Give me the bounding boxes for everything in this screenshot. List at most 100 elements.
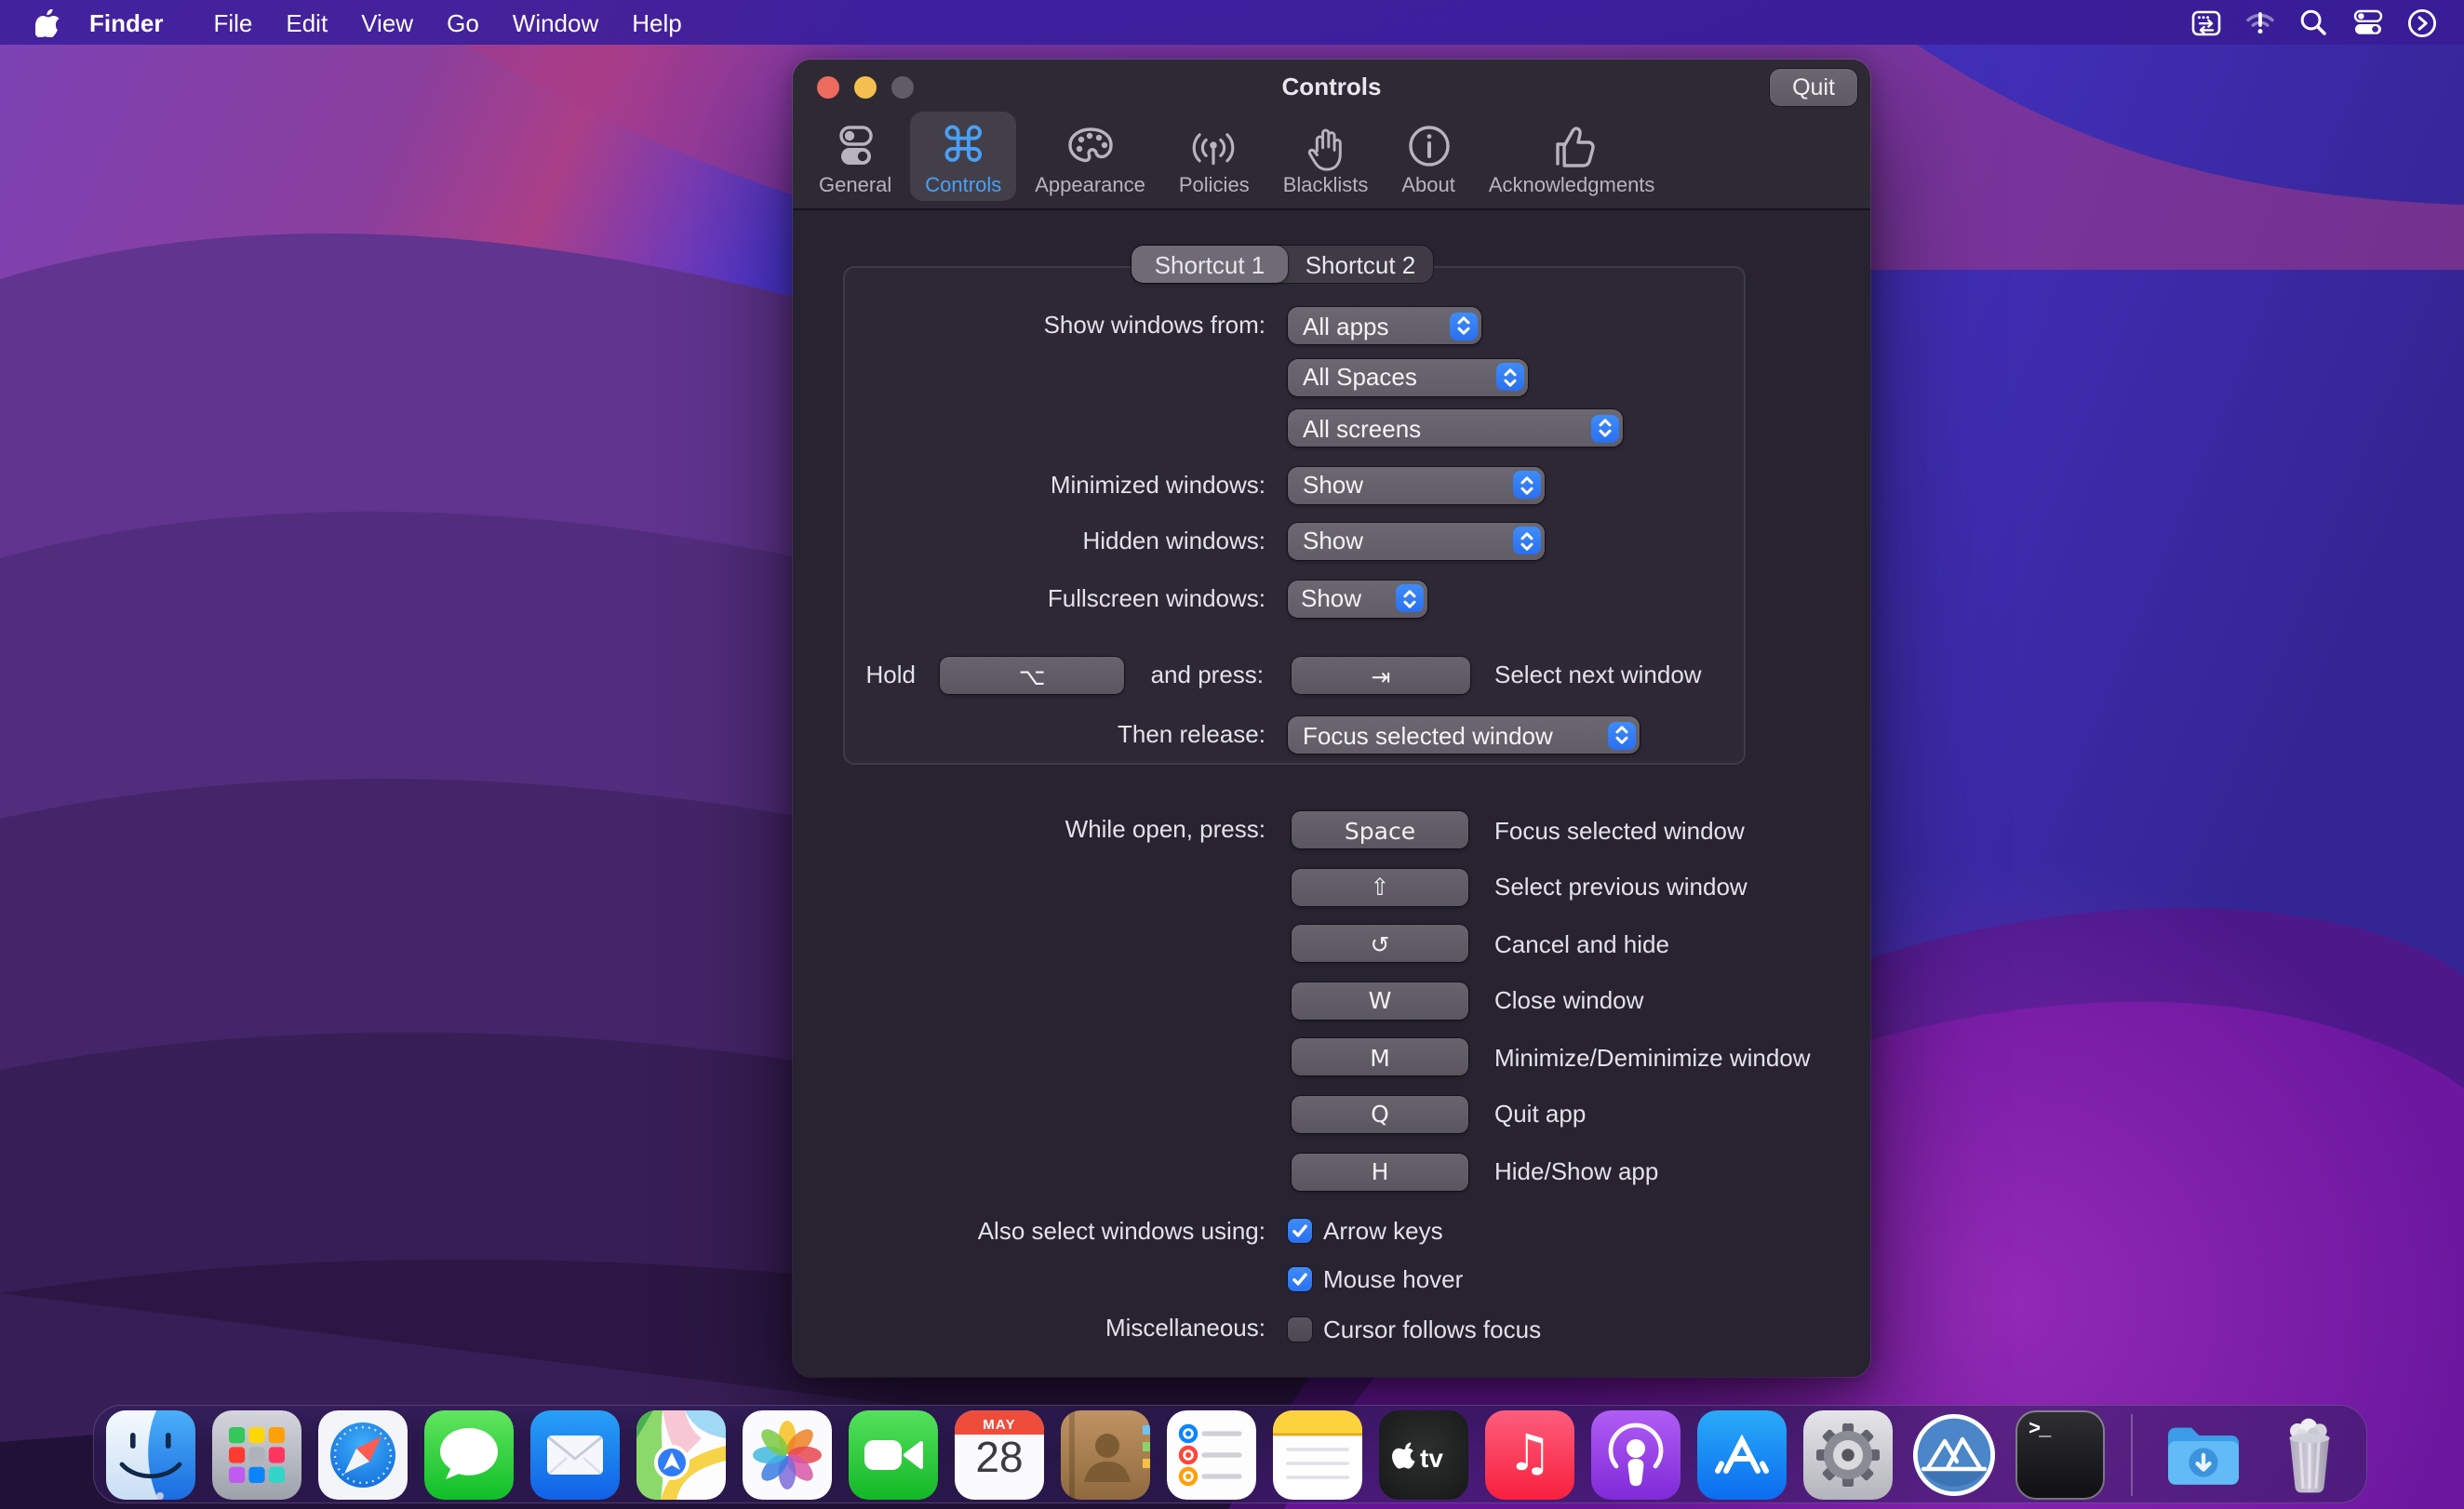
dock-icon-calendar[interactable]: MAY 28 bbox=[953, 1408, 1046, 1501]
dock-icon-podcasts[interactable] bbox=[1589, 1408, 1682, 1501]
shortcut-tab-picker: Shortcut 1 Shortcut 2 bbox=[1132, 246, 1433, 283]
arrow-keys-checkbox[interactable] bbox=[1288, 1219, 1312, 1243]
close-window-button[interactable] bbox=[817, 76, 839, 99]
dock-icon-photos[interactable] bbox=[741, 1408, 834, 1501]
mouse-hover-checkbox[interactable] bbox=[1288, 1266, 1312, 1290]
dock-icon-messages[interactable] bbox=[422, 1408, 516, 1501]
dock-icon-downloads[interactable] bbox=[2157, 1408, 2250, 1501]
press-key-recorder[interactable]: ⇥ bbox=[1292, 657, 1470, 694]
dropdown-value: All screens bbox=[1303, 414, 1421, 442]
minimized-windows-dropdown[interactable]: Show bbox=[1288, 466, 1545, 503]
fullscreen-windows-dropdown[interactable]: Show bbox=[1288, 580, 1427, 617]
spotlight-search-icon[interactable] bbox=[2295, 7, 2332, 38]
tab-label: General bbox=[819, 175, 891, 197]
checkbox-label: Mouse hover bbox=[1323, 1264, 1463, 1292]
spaces-row: All Spaces bbox=[793, 358, 1870, 395]
tab-acknowledgments[interactable]: Acknowledgments bbox=[1474, 112, 1670, 201]
dock-icon-finder[interactable] bbox=[104, 1408, 197, 1501]
then-release-dropdown[interactable]: Focus selected window bbox=[1288, 716, 1640, 754]
dock-icon-terminal[interactable]: >_ bbox=[2014, 1408, 2107, 1501]
dropdown-value: Show bbox=[1303, 527, 1363, 554]
tab-shortcut-1[interactable]: Shortcut 1 bbox=[1132, 246, 1288, 283]
dock-icon-music[interactable]: ♫ bbox=[1483, 1408, 1576, 1501]
menubar-status-area bbox=[2187, 7, 2440, 38]
cursor-follows-focus-checkbox[interactable] bbox=[1288, 1316, 1312, 1341]
alttab-preferences-window: Controls Quit General ⌘ Cont bbox=[793, 60, 1870, 1377]
dock-icon-facetime[interactable] bbox=[847, 1408, 940, 1501]
shortcut-key-recorder[interactable]: ⇧ bbox=[1292, 868, 1468, 905]
tab-shortcut-2[interactable]: Shortcut 2 bbox=[1288, 246, 1433, 283]
menubar-menu-item[interactable]: Help bbox=[615, 8, 699, 36]
shortcut-key-recorder[interactable]: H bbox=[1292, 1153, 1468, 1190]
tab-label: Policies bbox=[1179, 175, 1250, 197]
wifi-warning-icon[interactable] bbox=[2241, 7, 2278, 38]
shortcut-row: H Hide/Show app bbox=[1292, 1153, 1811, 1190]
tab-general[interactable]: General bbox=[804, 112, 906, 201]
menubar-menu-item[interactable]: Edit bbox=[269, 8, 344, 36]
menubar-menu-item[interactable]: Window bbox=[496, 8, 616, 36]
toolbar-separator bbox=[793, 208, 1870, 210]
hidden-windows-dropdown[interactable]: Show bbox=[1288, 522, 1545, 559]
screens-dropdown[interactable]: All screens bbox=[1288, 409, 1623, 447]
hold-key-recorder[interactable]: ⌥ bbox=[940, 657, 1124, 694]
cursor-follows-focus-option: Cursor follows focus bbox=[1288, 1310, 1541, 1347]
shortcut-action-label: Select previous window bbox=[1494, 873, 1748, 901]
dock-icon-alttab[interactable] bbox=[1908, 1408, 2001, 1501]
tab-blacklists[interactable]: Blacklists bbox=[1268, 112, 1384, 201]
fullscreen-windows-row: Fullscreen windows: Show bbox=[793, 580, 1870, 617]
row-label: Fullscreen windows: bbox=[1048, 580, 1265, 617]
shortcut-key-recorder[interactable]: M bbox=[1292, 1039, 1468, 1076]
dropdown-stepper-icon bbox=[1590, 414, 1618, 442]
dropdown-value: All apps bbox=[1303, 312, 1389, 340]
quit-button[interactable]: Quit bbox=[1770, 69, 1857, 106]
dock-icon-system-preferences[interactable] bbox=[1801, 1408, 1895, 1501]
tab-controls[interactable]: ⌘ Controls bbox=[910, 112, 1016, 201]
dock-icon-notes[interactable] bbox=[1271, 1408, 1364, 1501]
shortcut-action-label: Minimize/Deminimize window bbox=[1494, 1044, 1811, 1072]
then-release-row: Then release: Focus selected window bbox=[793, 716, 1870, 754]
control-center-icon[interactable] bbox=[2349, 7, 2386, 38]
menu-bar: Finder FileEditViewGoWindowHelp bbox=[0, 0, 2464, 45]
tab-label: Controls bbox=[925, 175, 1001, 197]
fast-user-switching-icon[interactable] bbox=[2403, 7, 2440, 38]
dock-icon-reminders[interactable] bbox=[1165, 1408, 1258, 1501]
shortcut-action-label: Cancel and hide bbox=[1494, 929, 1669, 957]
arrow-keys-option: Arrow keys bbox=[1288, 1212, 1443, 1249]
dock-icon-safari[interactable] bbox=[316, 1408, 409, 1501]
spaces-dropdown[interactable]: All Spaces bbox=[1288, 358, 1528, 395]
shortcut-key-recorder[interactable]: Q bbox=[1292, 1096, 1468, 1133]
hold-label: Hold bbox=[793, 657, 916, 694]
broadcast-icon bbox=[1188, 117, 1240, 175]
tab-policies[interactable]: Policies bbox=[1164, 112, 1265, 201]
checkbox-label: Cursor follows focus bbox=[1323, 1315, 1541, 1342]
dock-icon-tv[interactable]: tv bbox=[1377, 1408, 1470, 1501]
shortcut-key-recorder[interactable]: ↺ bbox=[1292, 925, 1468, 962]
tab-about[interactable]: About bbox=[1386, 112, 1470, 201]
menubar-app-name[interactable]: Finder bbox=[89, 8, 163, 36]
dropdown-stepper-icon bbox=[1607, 721, 1635, 749]
apple-menu[interactable] bbox=[35, 8, 60, 36]
dropdown-value: Show bbox=[1303, 471, 1363, 499]
window-switcher-icon[interactable] bbox=[2187, 7, 2224, 38]
dock-icon-trash[interactable] bbox=[2263, 1408, 2356, 1501]
calendar-day: 28 bbox=[955, 1432, 1044, 1482]
dock-icon-launchpad[interactable] bbox=[210, 1408, 303, 1501]
dropdown-stepper-icon bbox=[1512, 471, 1540, 499]
dock-icon-contacts[interactable] bbox=[1059, 1408, 1152, 1501]
menubar-menu-item[interactable]: Go bbox=[430, 8, 496, 36]
minimize-window-button[interactable] bbox=[854, 76, 877, 99]
dock-icon-mail[interactable] bbox=[529, 1408, 622, 1501]
dock-icon-app-store[interactable] bbox=[1695, 1408, 1788, 1501]
dropdown-value: Show bbox=[1301, 584, 1361, 612]
desktop: Finder FileEditViewGoWindowHelp bbox=[0, 0, 2464, 1509]
minimized-windows-row: Minimized windows: Show bbox=[793, 466, 1870, 503]
menubar-menu-item[interactable]: File bbox=[196, 8, 269, 36]
menubar-menu-item[interactable]: View bbox=[344, 8, 430, 36]
dock-icon-maps[interactable] bbox=[635, 1408, 728, 1501]
tab-appearance[interactable]: Appearance bbox=[1020, 112, 1160, 201]
info-icon bbox=[1404, 117, 1453, 175]
show-windows-from-dropdown[interactable]: All apps bbox=[1288, 307, 1481, 344]
shortcut-key-recorder[interactable]: Space bbox=[1292, 811, 1468, 848]
shortcut-key-recorder[interactable]: W bbox=[1292, 982, 1468, 1020]
preferences-toolbar: General ⌘ Controls bbox=[804, 112, 1669, 201]
